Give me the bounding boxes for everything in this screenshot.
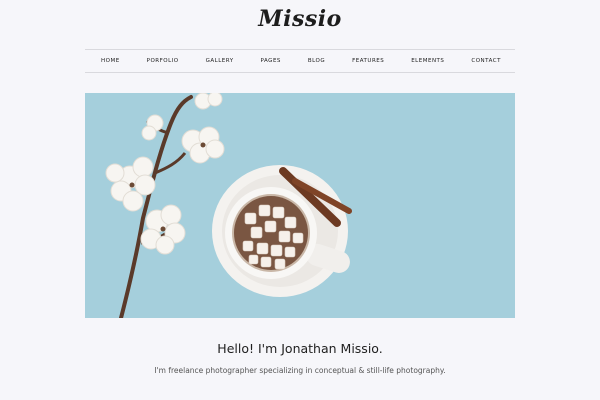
nav-item-porfolio[interactable]: PORFOLIO <box>147 58 179 64</box>
nav-item-home[interactable]: HOME <box>101 58 120 64</box>
nav-item-elements[interactable]: ELEMENTS <box>411 58 444 64</box>
intro-heading: Hello! I'm Jonathan Missio. <box>217 341 383 356</box>
nav-item-gallery[interactable]: GALLERY <box>206 58 234 64</box>
intro-subtitle: I'm freelance photographer specializing … <box>154 366 446 375</box>
cotton-branch <box>105 93 225 318</box>
main-nav: HOME PORFOLIO GALLERY PAGES BLOG FEATURE… <box>85 49 515 73</box>
coffee-cup <box>212 165 352 297</box>
nav-item-blog[interactable]: BLOG <box>308 58 325 64</box>
nav-item-contact[interactable]: CONTACT <box>471 58 501 64</box>
nav-item-pages[interactable]: PAGES <box>261 58 281 64</box>
site-logo[interactable]: Missio <box>0 6 600 32</box>
hero-image <box>85 93 515 318</box>
cotton-and-cocoa-photo <box>105 93 352 318</box>
nav-item-features[interactable]: FEATURES <box>352 58 384 64</box>
